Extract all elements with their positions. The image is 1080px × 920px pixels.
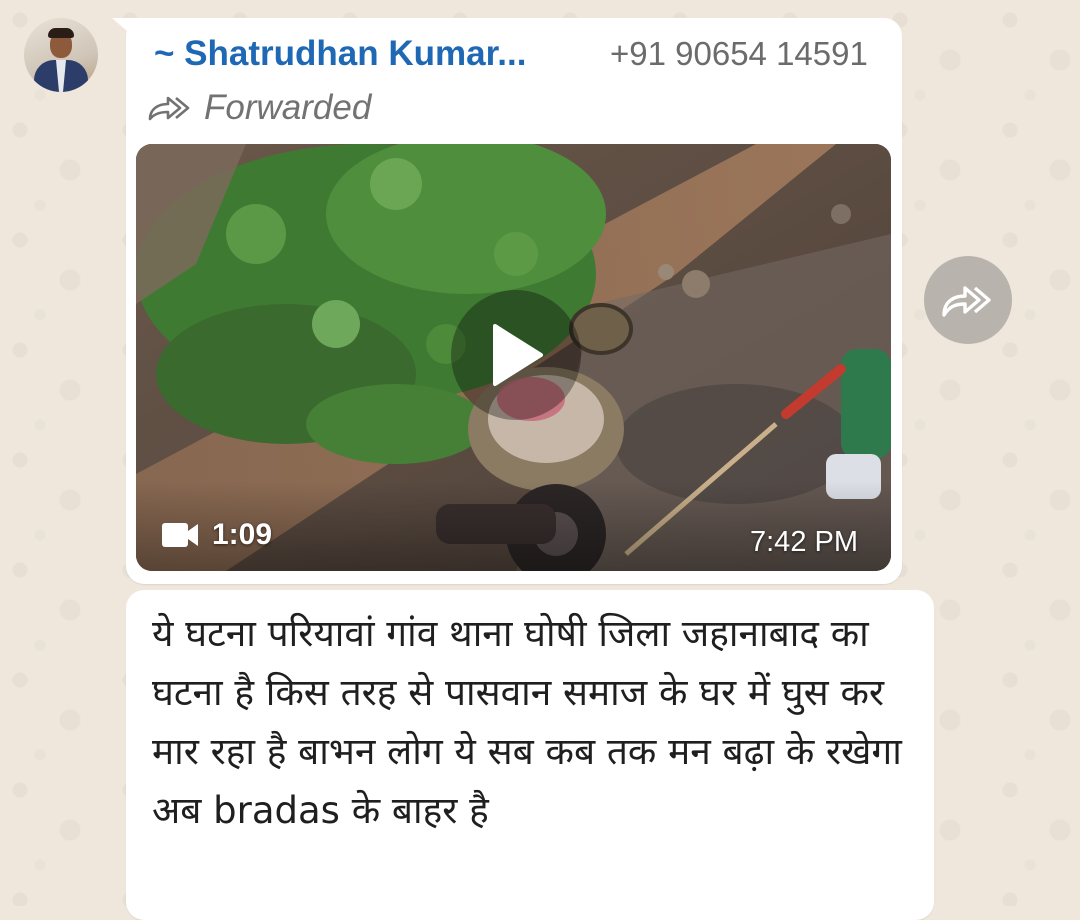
play-icon xyxy=(493,324,543,386)
forwarded-label: Forwarded xyxy=(204,88,372,127)
play-button[interactable] xyxy=(451,290,581,420)
message-time: 7:42 PM xyxy=(750,526,858,558)
message-text: ये घटना परियावां गांव थाना घोषी जिला जहा… xyxy=(152,612,902,832)
forwarded-arrow-icon xyxy=(148,96,190,121)
avatar-hair xyxy=(48,28,74,38)
video-camera-icon xyxy=(162,523,198,547)
forward-button[interactable] xyxy=(924,256,1012,344)
sender-phone[interactable]: +91 90654 14591 xyxy=(610,35,868,73)
sender-avatar[interactable] xyxy=(24,18,98,92)
video-duration: 1:09 xyxy=(212,518,273,551)
video-duration-indicator: 1:09 xyxy=(160,518,272,552)
forwarded-indicator: Forwarded xyxy=(146,86,371,130)
forward-icon xyxy=(942,286,991,317)
sender-name[interactable]: ~ Shatrudhan Kumar... xyxy=(154,34,526,74)
